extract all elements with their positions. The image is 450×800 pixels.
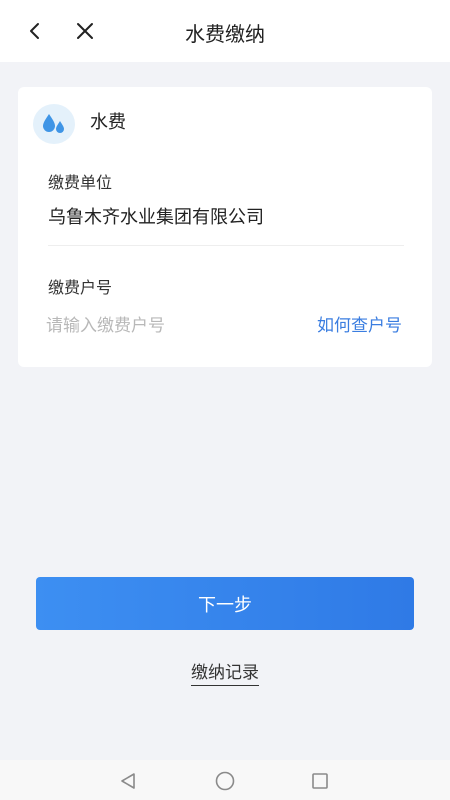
circle-home-icon <box>215 771 235 791</box>
payment-card: 水费 缴费单位 乌鲁木齐水业集团有限公司 缴费户号 如何查户号 <box>18 87 432 367</box>
system-recents-button[interactable] <box>307 768 333 794</box>
system-nav-bar <box>0 760 450 800</box>
back-button[interactable] <box>19 15 51 47</box>
page-title: 水费缴纳 <box>185 22 265 46</box>
close-icon <box>77 23 93 39</box>
service-icon-badge <box>33 104 75 144</box>
service-name: 水费 <box>90 112 126 133</box>
payment-records: 缴纳记录 <box>0 658 450 686</box>
unit-value: 乌鲁木齐水业集团有限公司 <box>48 207 264 228</box>
next-step-button[interactable]: 下一步 <box>36 577 414 630</box>
square-recents-icon <box>312 773 328 789</box>
divider <box>48 245 404 246</box>
how-to-find-account-link[interactable]: 如何查户号 <box>317 313 402 339</box>
close-button[interactable] <box>69 15 101 47</box>
unit-label: 缴费单位 <box>48 173 113 192</box>
water-fee-page: 水费缴纳 水费 缴费单位 乌鲁木齐水业集团有限公司 缴费户号 如何查户号 下一步… <box>0 0 450 800</box>
account-label: 缴费户号 <box>48 278 113 297</box>
triangle-back-icon <box>121 773 135 789</box>
header-bar: 水费缴纳 <box>0 0 450 62</box>
system-back-button[interactable] <box>115 768 141 794</box>
system-home-button[interactable] <box>212 768 238 794</box>
payment-records-link[interactable]: 缴纳记录 <box>191 663 259 686</box>
account-number-input[interactable] <box>46 311 276 341</box>
water-drops-icon <box>43 114 64 133</box>
chevron-left-icon <box>30 23 39 39</box>
